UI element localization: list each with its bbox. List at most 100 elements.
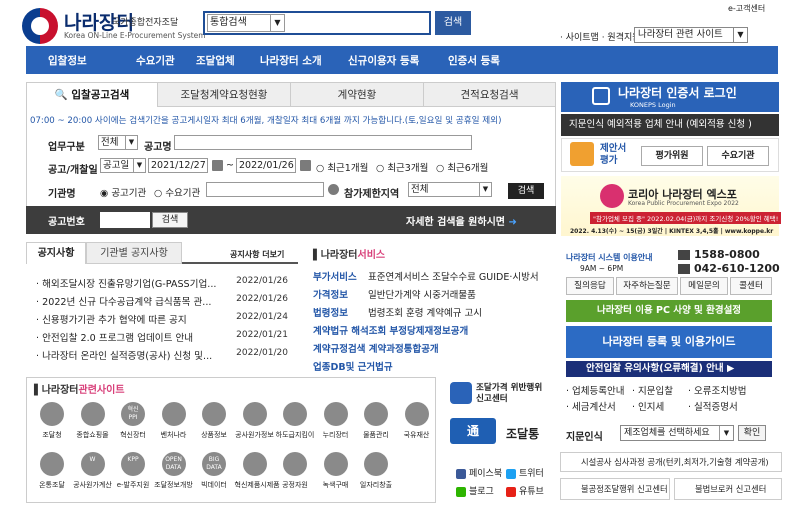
notice-more-link[interactable]: 공지사항 더보기	[230, 249, 284, 260]
fingerprint-vendor-select[interactable]: 제조업체를 선택하세요 ▼	[620, 425, 734, 441]
agency-demand-radio[interactable]: ○ 수요기관	[154, 185, 200, 199]
nav-about[interactable]: 나라장터 소개	[260, 53, 322, 68]
period-6month-radio[interactable]: ○ 최근6개월	[436, 160, 488, 174]
related-site-label[interactable]: 공사원가계산	[73, 480, 113, 490]
tab-quote-search[interactable]: 견적요청검색	[423, 83, 555, 107]
price-violation-icon[interactable]	[450, 382, 472, 404]
service-row[interactable]: 법령정보 법령조회 훈령 계약예규 고시	[313, 305, 482, 319]
related-site-label[interactable]: 일자리창출	[356, 480, 396, 490]
tab-agency-notice[interactable]: 기관별 공지사항	[86, 242, 182, 264]
search-button[interactable]: 검색	[435, 11, 471, 35]
related-site-icon[interactable]: OPEN DATA	[161, 452, 186, 476]
related-site-icon[interactable]	[323, 452, 348, 476]
service-row[interactable]: 부가서비스 표준연계서비스 조달수수료 GUIDE·시방서	[313, 269, 539, 283]
evaluator-button[interactable]: 평가위원	[641, 146, 703, 166]
blog-link[interactable]: 블로그	[456, 484, 494, 497]
agency-notice-radio[interactable]: ◉ 공고기관	[100, 185, 146, 199]
related-site-icon[interactable]	[283, 402, 307, 426]
pc-spec-button[interactable]: 나라장터 이용 PC 사양 및 환경설정	[566, 300, 772, 322]
related-site-label[interactable]: 조달청	[32, 430, 72, 440]
magnifier-icon[interactable]	[328, 184, 339, 195]
calendar-icon[interactable]	[300, 160, 311, 171]
related-site-select[interactable]: 나라장터 관련 사이트 ▼	[634, 27, 748, 43]
related-site-label[interactable]: 녹색구매	[316, 480, 356, 490]
work-type-select[interactable]: 전체 ▼	[98, 135, 138, 150]
related-site-icon[interactable]	[161, 402, 186, 426]
error-fix-link[interactable]: · 오류조치방법	[688, 383, 746, 397]
jodaltong-link[interactable]: 조달통	[506, 425, 539, 442]
region-select[interactable]: 전체 ▼	[408, 182, 492, 197]
related-site-icon[interactable]	[242, 402, 267, 426]
nav-supplier[interactable]: 조달업체	[196, 53, 235, 68]
related-site-label[interactable]: 상품정보	[194, 430, 234, 440]
demand-agency-button[interactable]: 수요기관	[707, 146, 769, 166]
illegal-broker-report-button[interactable]: 불법브로커 신고센터	[674, 478, 782, 500]
date-type-select[interactable]: 공고일 ▼	[100, 158, 146, 173]
notice-item[interactable]: · 2022년 신규 다수공급계약 급식품목 관... 2022/01/26	[36, 294, 296, 308]
bid-search-button[interactable]: 검색	[508, 183, 544, 199]
related-site-label[interactable]: 혁신제품시제품	[235, 480, 280, 490]
twitter-link[interactable]: 트위터	[506, 466, 544, 479]
related-site-label[interactable]: 종합쇼핑몰	[73, 430, 113, 440]
date-to-input[interactable]: 2022/01/26	[236, 158, 296, 173]
related-site-icon[interactable]	[404, 402, 429, 426]
related-site-icon[interactable]	[283, 452, 307, 476]
related-site-icon[interactable]	[364, 402, 388, 426]
service-row[interactable]: 계약법규 해석조회 부정당제재정보공개	[313, 323, 468, 337]
related-site-icon[interactable]	[364, 452, 388, 476]
stamp-tax-link[interactable]: · 인지세	[632, 399, 664, 413]
vendor-registration-link[interactable]: · 업체등록안내	[566, 383, 624, 397]
notice-item[interactable]: · 안전입찰 2.0 프로그램 업데이트 안내 2022/01/21	[36, 330, 296, 344]
notice-item[interactable]: · 나라장터 온라인 실적증명(공사) 신청 및... 2022/01/20	[36, 348, 296, 362]
facebook-link[interactable]: 페이스북	[456, 466, 502, 479]
related-site-icon[interactable]: 혁신 PPI	[121, 402, 145, 426]
related-site-icon[interactable]: KPP	[121, 452, 145, 476]
related-site-icon[interactable]: W	[80, 452, 105, 476]
callcenter-button[interactable]: 콜센터	[730, 277, 772, 295]
tab-bid-search[interactable]: 🔍 입찰공고검색	[27, 83, 157, 107]
nav-bid-info[interactable]: 입찰정보	[48, 53, 87, 68]
related-site-label[interactable]: 누리장터	[316, 430, 356, 440]
logo-emblem[interactable]	[22, 8, 58, 44]
bid-number-search-button[interactable]: 검색	[152, 212, 188, 228]
safe-bid-guide-link[interactable]: 안전입찰 유의사항(오류해결) 안내 ▶	[566, 361, 772, 377]
related-site-label[interactable]: 물품관리	[356, 430, 396, 440]
faq-button[interactable]: 자주하는질문	[616, 277, 678, 295]
related-site-icon[interactable]: BIG DATA	[202, 452, 226, 476]
date-from-input[interactable]: 2021/12/27	[148, 158, 208, 173]
related-site-label[interactable]: 하도급지킴이	[275, 430, 315, 440]
tab-notice[interactable]: 공지사항	[26, 242, 86, 264]
bid-number-input[interactable]	[100, 212, 150, 228]
notice-name-input[interactable]	[174, 135, 472, 150]
agency-input[interactable]	[206, 182, 324, 197]
sitemap-link[interactable]: · 사이트맵 · 원격지원	[560, 30, 641, 43]
related-site-label[interactable]: 공정자원	[275, 480, 315, 490]
ecenter-link[interactable]: e-고객센터	[728, 3, 765, 14]
related-site-label[interactable]: 벤처나라	[154, 430, 194, 440]
performance-cert-link[interactable]: · 실적증명서	[688, 399, 738, 413]
tab-contract-status[interactable]: 계약현황	[290, 83, 423, 107]
unfair-procurement-report-button[interactable]: 불공정조달행위 신고센터	[560, 478, 670, 500]
registration-guide-button[interactable]: 나라장터 등록 및 이용가이드	[566, 326, 772, 358]
fingerprint-bid-link[interactable]: · 지문입찰	[632, 383, 673, 397]
related-site-label[interactable]: 조달정보개방	[154, 480, 194, 490]
notice-item[interactable]: · 신용평가기관 추가 협약에 따른 공지 2022/01/24	[36, 312, 296, 326]
fingerprint-confirm-button[interactable]: 확인	[738, 425, 766, 441]
related-site-label[interactable]: 온통조달	[32, 480, 72, 490]
tax-invoice-link[interactable]: · 세금계산서	[566, 399, 616, 413]
related-site-label[interactable]: 빅데이터	[194, 480, 234, 490]
related-site-label[interactable]: 혁신장터	[113, 430, 153, 440]
related-site-icon[interactable]	[80, 402, 105, 426]
jodaltong-icon[interactable]: 通	[450, 418, 496, 444]
price-violation-link[interactable]: 조달가격 위반행위 신고센터	[476, 383, 542, 405]
service-row[interactable]: 계약규정검색 계약과정통합공개	[313, 341, 439, 355]
nav-new-user[interactable]: 신규이용자 등록	[348, 53, 419, 68]
notice-item[interactable]: · 해외조달시장 진출유망기업(G-PASS기업... 2022/01/26	[36, 276, 296, 290]
related-site-label[interactable]: e-발주지원	[113, 480, 153, 490]
calendar-icon[interactable]	[212, 160, 223, 171]
related-site-icon[interactable]	[40, 452, 64, 476]
detail-search-link[interactable]: 자세한 검색을 원하시면 ➜	[406, 213, 517, 228]
youtube-link[interactable]: 유튜브	[506, 484, 544, 497]
period-3month-radio[interactable]: ○ 최근3개월	[376, 160, 428, 174]
related-site-label[interactable]: 국유재산	[397, 430, 437, 440]
